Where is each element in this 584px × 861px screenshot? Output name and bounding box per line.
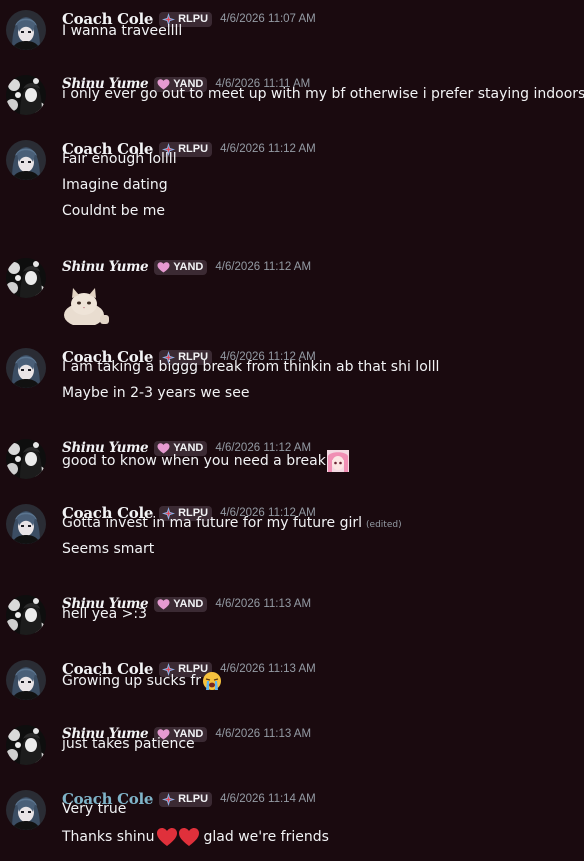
edited-marker: (edited) <box>366 519 402 530</box>
avatar-shinu-yume[interactable] <box>6 258 46 298</box>
message-text-content: just takes patience <box>62 736 195 752</box>
message-group: Shinu Yume YAND 4/6/2026 11:13 AM just tak… <box>0 723 584 783</box>
avatar-coach-cole[interactable] <box>6 140 46 180</box>
cat-sticker[interactable] <box>62 285 110 327</box>
message-text: Gotta invest in ma future for my future … <box>62 515 402 531</box>
message-group: Coach Cole RLPU 4/6/2026 11:12 AM Gotta in… <box>0 502 584 562</box>
server-tag-label: RLPU <box>178 143 209 155</box>
message-text: Imagine dating <box>62 177 168 193</box>
message-text-content: i only ever go out to meet up with my bf… <box>62 86 584 102</box>
server-tag[interactable]: YAND <box>154 259 208 275</box>
message-text-content: I am taking a biggg break from thinkin a… <box>62 359 440 375</box>
message-text: I wanna traveellll <box>62 23 182 39</box>
timestamp[interactable]: 4/6/2026 11:12 AM <box>215 261 311 273</box>
red-heart-emoji <box>156 827 200 847</box>
server-tag-label: YAND <box>173 261 204 273</box>
server-tag-label: RLPU <box>178 793 209 805</box>
message-text-content: Thanks shinu <box>62 829 155 845</box>
avatar-shinu-yume[interactable] <box>6 75 46 115</box>
message-text-content: Very true <box>62 801 127 817</box>
message-text-content: I wanna traveellll <box>62 23 183 39</box>
heart-badge-icon <box>157 598 170 611</box>
message-group: Coach Cole RLPU 4/6/2026 11:12 AM I am tak… <box>0 346 584 406</box>
chat-message-list: Coach Cole RLPU 4/6/2026 11:07 AM I wanna … <box>0 0 584 861</box>
message-text: Maybe in 2-3 years we see <box>62 385 249 401</box>
message-text-content: Gotta invest in ma future for my future … <box>62 515 363 531</box>
avatar-coach-cole[interactable] <box>6 504 46 544</box>
anime-girl-emoji <box>326 450 349 472</box>
timestamp[interactable]: 4/6/2026 11:07 AM <box>220 13 316 25</box>
timestamp[interactable]: 4/6/2026 11:13 AM <box>215 728 311 740</box>
message-text: Seems smart <box>62 541 154 557</box>
avatar-coach-cole[interactable] <box>6 348 46 388</box>
timestamp[interactable]: 4/6/2026 11:12 AM <box>220 143 316 155</box>
message-text: hell yea >:3 <box>62 606 147 622</box>
message-group: Coach Cole RLPU 4/6/2026 11:07 AM I wanna … <box>0 8 584 68</box>
message-group: Coach Cole RLPU 4/6/2026 11:12 AM Fair eno… <box>0 138 584 219</box>
message-text: i only ever go out to meet up with my bf… <box>62 86 584 102</box>
message-group: Shinu Yume YAND 4/6/2026 11:11 AM i only e… <box>0 73 584 133</box>
timestamp[interactable]: 4/6/2026 11:14 AM <box>220 793 316 805</box>
username[interactable]: Shinu Yume <box>62 259 149 275</box>
message-text-content: Seems smart <box>62 541 155 557</box>
avatar-shinu-yume[interactable] <box>6 725 46 765</box>
server-tag[interactable]: RLPU <box>159 791 213 807</box>
message-text: Couldnt be me <box>62 203 165 219</box>
avatar-coach-cole[interactable] <box>6 660 46 700</box>
avatar-shinu-yume[interactable] <box>6 439 46 479</box>
message-text: Fair enough lollll <box>62 151 177 167</box>
avatar-shinu-yume[interactable] <box>6 595 46 635</box>
message-text-content: glad we're friends <box>203 829 329 845</box>
message-group: Coach Cole RLPU 4/6/2026 11:13 AM Growing … <box>0 658 584 718</box>
message-text: just takes patience <box>62 736 195 752</box>
server-tag-label: RLPU <box>178 13 209 25</box>
message-text-content: Fair enough lollll <box>62 151 177 167</box>
message-text-content: good to know when you need a break <box>62 453 326 469</box>
message-text: good to know when you need a break <box>62 450 349 472</box>
message-group: Shinu Yume YAND 4/6/2026 11:13 AM hell yea… <box>0 593 584 653</box>
message-text: Very true <box>62 801 126 817</box>
message-text-content: Couldnt be me <box>62 203 166 219</box>
star-badge-icon <box>162 792 176 806</box>
server-tag[interactable]: YAND <box>154 596 208 612</box>
avatar-coach-cole[interactable] <box>6 10 46 50</box>
message-text-content: Growing up sucks fr <box>62 673 202 689</box>
timestamp[interactable]: 4/6/2026 11:13 AM <box>215 598 311 610</box>
message-group: Shinu Yume YAND 4/6/2026 11:12 AM <box>0 256 584 327</box>
crying-face-emoji <box>202 671 222 691</box>
message-text: Thanks shinu glad we're friends <box>62 827 329 847</box>
server-tag-label: YAND <box>173 598 204 610</box>
message-text-content: Imagine dating <box>62 177 168 193</box>
message-group: Coach Cole RLPU 4/6/2026 11:14 AM Very tru… <box>0 788 584 848</box>
message-text: I am taking a biggg break from thinkin a… <box>62 359 439 375</box>
heart-badge-icon <box>157 261 170 274</box>
message-text-content: Maybe in 2-3 years we see <box>62 385 250 401</box>
avatar-coach-cole[interactable] <box>6 790 46 830</box>
timestamp[interactable]: 4/6/2026 11:13 AM <box>220 663 316 675</box>
message-header: Shinu Yume YAND 4/6/2026 11:12 AM <box>62 256 311 278</box>
message-text-content: hell yea >:3 <box>62 606 147 622</box>
message-text: Growing up sucks fr <box>62 671 222 691</box>
message-group: Shinu Yume YAND 4/6/2026 11:12 AM good to … <box>0 437 584 497</box>
